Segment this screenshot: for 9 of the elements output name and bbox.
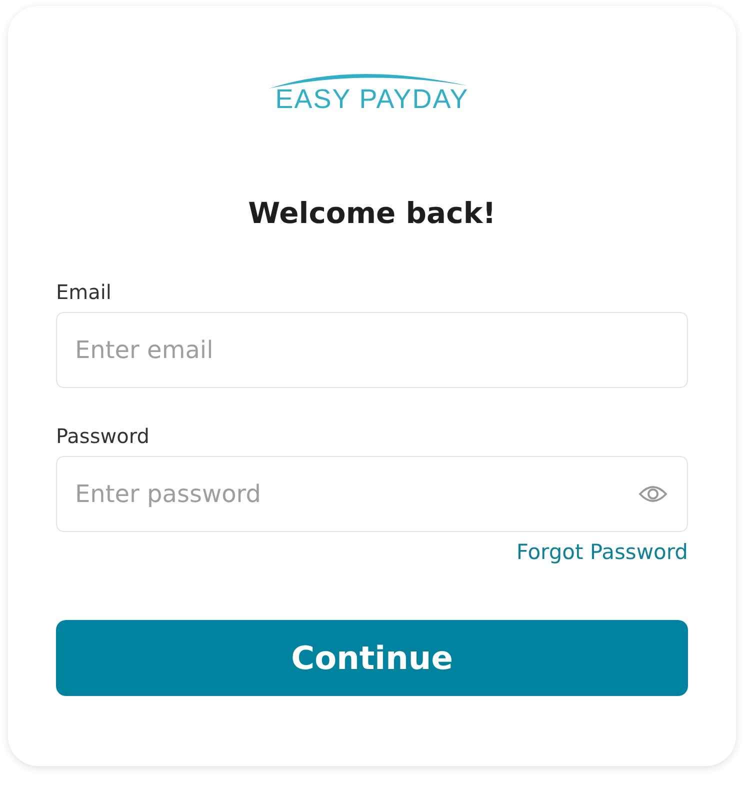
field-label: Email	[56, 280, 112, 304]
continue-button[interactable]: Continue	[56, 620, 688, 696]
password-field[interactable]: Enter password	[56, 456, 688, 532]
email-field[interactable]: Enter email	[56, 312, 688, 388]
field-label: Password	[56, 424, 150, 448]
logo: EASY PAYDAY	[267, 68, 477, 112]
eye-icon[interactable]	[638, 484, 668, 504]
heading: Welcome back!	[248, 196, 496, 230]
forgot-password-link[interactable]: Forgot Password	[516, 540, 688, 564]
